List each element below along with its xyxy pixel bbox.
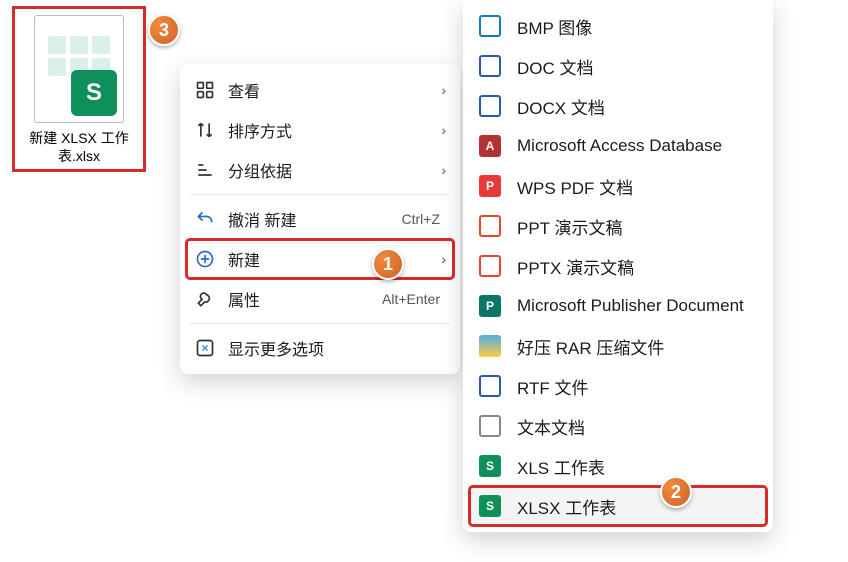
submenu-label: DOC 文档 (517, 54, 594, 79)
submenu-item-doc[interactable]: W DOC 文档 (463, 46, 773, 86)
group-icon (194, 159, 216, 181)
submenu-item-xls[interactable]: S XLS 工作表 (463, 446, 773, 486)
access-file-icon: A (479, 135, 501, 157)
step-badge-1: 1 (372, 248, 404, 280)
file-thumbnail: S (34, 15, 124, 123)
menu-label: 属性 (228, 287, 382, 311)
menu-item-more[interactable]: 显示更多选项 (180, 328, 460, 368)
doc-file-icon: W (479, 55, 501, 77)
submenu-item-rtf[interactable]: W RTF 文件 (463, 366, 773, 406)
menu-label: 排序方式 (228, 118, 434, 142)
chevron-right-icon: › (434, 122, 446, 138)
pdf-file-icon: P (479, 175, 501, 197)
submenu-item-pptx[interactable]: P PPTX 演示文稿 (463, 246, 773, 286)
submenu-item-bmp[interactable]: BMP 图像 (463, 6, 773, 46)
submenu-label: Microsoft Publisher Document (517, 296, 744, 316)
bmp-file-icon (479, 15, 501, 37)
shortcut-text: Ctrl+Z (402, 211, 441, 227)
rar-file-icon (479, 335, 501, 357)
xlsx-badge-icon: S (71, 70, 117, 116)
submenu-item-ppt[interactable]: P PPT 演示文稿 (463, 206, 773, 246)
submenu-item-docx[interactable]: W DOCX 文档 (463, 86, 773, 126)
submenu-label: RTF 文件 (517, 374, 588, 399)
new-submenu: BMP 图像 W DOC 文档 W DOCX 文档 A Microsoft Ac… (463, 0, 773, 532)
docx-file-icon: W (479, 95, 501, 117)
pptx-file-icon: P (479, 255, 501, 277)
txt-file-icon: ≡ (479, 415, 501, 437)
ppt-file-icon: P (479, 215, 501, 237)
file-name-label: 新建 XLSX 工作表.xlsx (15, 129, 143, 165)
submenu-label: XLSX 工作表 (517, 494, 616, 519)
menu-separator (190, 194, 450, 195)
submenu-item-xlsx[interactable]: S XLSX 工作表 (469, 486, 767, 526)
rtf-file-icon: W (479, 375, 501, 397)
submenu-item-rar[interactable]: 好压 RAR 压缩文件 (463, 326, 773, 366)
chevron-right-icon: › (434, 82, 446, 98)
menu-item-new[interactable]: 新建 › (186, 239, 454, 279)
submenu-label: 文本文档 (517, 414, 585, 439)
plus-circle-icon (194, 248, 216, 270)
submenu-label: PPT 演示文稿 (517, 214, 622, 239)
menu-item-undo[interactable]: 撤消 新建 Ctrl+Z (180, 199, 460, 239)
undo-icon (194, 208, 216, 230)
menu-item-properties[interactable]: 属性 Alt+Enter (180, 279, 460, 319)
sort-icon (194, 119, 216, 141)
menu-label: 显示更多选项 (228, 336, 446, 360)
submenu-item-access[interactable]: A Microsoft Access Database (463, 126, 773, 166)
chevron-right-icon: › (434, 162, 446, 178)
submenu-label: XLS 工作表 (517, 454, 605, 479)
menu-item-group[interactable]: 分组依据 › (180, 150, 460, 190)
submenu-label: Microsoft Access Database (517, 136, 722, 156)
step-badge-2: 2 (660, 476, 692, 508)
context-menu: 查看 › 排序方式 › 分组依据 › 撤消 新建 Ctrl+Z 新建 › 属性 (180, 64, 460, 374)
menu-label: 查看 (228, 78, 434, 102)
submenu-label: 好压 RAR 压缩文件 (517, 334, 664, 359)
submenu-label: WPS PDF 文档 (517, 174, 633, 199)
submenu-label: PPTX 演示文稿 (517, 254, 634, 279)
more-options-icon (194, 337, 216, 359)
step-badge-3: 3 (148, 14, 180, 46)
submenu-item-txt[interactable]: ≡ 文本文档 (463, 406, 773, 446)
shortcut-text: Alt+Enter (382, 291, 440, 307)
wrench-icon (194, 288, 216, 310)
desktop-file[interactable]: S 新建 XLSX 工作表.xlsx (12, 6, 146, 172)
menu-item-sort[interactable]: 排序方式 › (180, 110, 460, 150)
submenu-label: BMP 图像 (517, 14, 592, 39)
chevron-right-icon: › (434, 251, 446, 267)
menu-separator (190, 323, 450, 324)
menu-label: 撤消 新建 (228, 207, 402, 231)
grid-icon (194, 79, 216, 101)
submenu-item-wpspdf[interactable]: P WPS PDF 文档 (463, 166, 773, 206)
xlsx-file-icon: S (479, 495, 501, 517)
submenu-label: DOCX 文档 (517, 94, 605, 119)
menu-label: 分组依据 (228, 158, 434, 182)
menu-item-view[interactable]: 查看 › (180, 70, 460, 110)
xls-file-icon: S (479, 455, 501, 477)
publisher-file-icon: P (479, 295, 501, 317)
submenu-item-publisher[interactable]: P Microsoft Publisher Document (463, 286, 773, 326)
